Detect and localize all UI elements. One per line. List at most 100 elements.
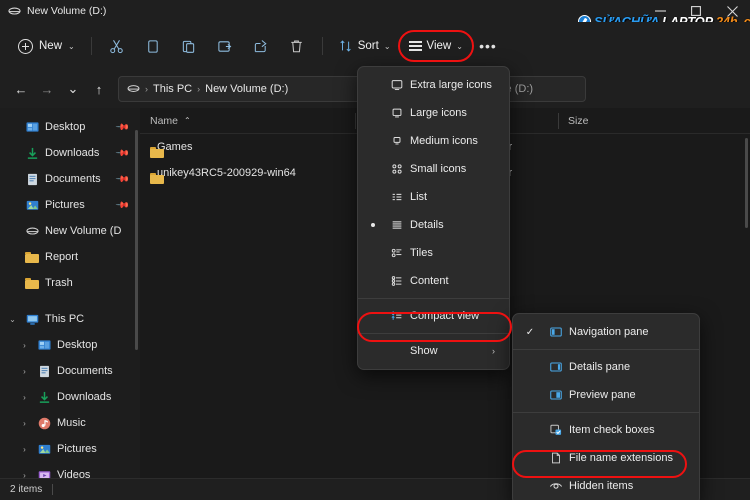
- cut-button[interactable]: [100, 31, 134, 61]
- view-dropdown-menu: Extra large icons Large icons Medium ico…: [357, 66, 510, 370]
- sidebar-item-downloads[interactable]: Downloads 📌: [0, 140, 140, 166]
- sidebar-item-desktop[interactable]: Desktop 📌: [0, 114, 140, 140]
- menu-item-label: Small icons: [410, 163, 467, 175]
- navigation-pane-icon: [543, 325, 569, 339]
- view-button[interactable]: View ⌄: [401, 31, 471, 61]
- menu-item-medium-icons[interactable]: Medium icons: [362, 127, 505, 155]
- chevron-right-icon[interactable]: ›: [18, 367, 31, 376]
- content-icon: [384, 274, 410, 288]
- sidebar-item-this-pc[interactable]: ⌄ This PC: [0, 306, 140, 332]
- menu-item-content[interactable]: Content: [362, 267, 505, 295]
- column-header-name[interactable]: Name ⌃: [140, 108, 355, 134]
- menu-item-list[interactable]: List: [362, 183, 505, 211]
- delete-button[interactable]: [280, 31, 314, 61]
- back-button[interactable]: ←: [8, 76, 34, 102]
- menu-item-label: Hidden items: [569, 480, 634, 492]
- sidebar-label: Downloads: [45, 147, 100, 159]
- menu-item-compact-view[interactable]: Compact view: [362, 302, 505, 330]
- desktop-icon: [24, 121, 40, 134]
- up-button[interactable]: ↑: [86, 76, 112, 102]
- pictures-icon: [24, 199, 40, 212]
- toolbar-divider: [90, 37, 92, 55]
- menu-item-small-icons[interactable]: Small icons: [362, 155, 505, 183]
- sidebar-item-pc-documents[interactable]: › Documents: [0, 358, 140, 384]
- videos-icon: [36, 469, 52, 478]
- menu-item-details[interactable]: Details: [362, 211, 505, 239]
- menu-item-details-pane[interactable]: Details pane: [517, 353, 695, 381]
- large-icons-icon: [384, 106, 410, 120]
- medium-icons-icon: [384, 134, 410, 148]
- menu-item-label: Medium icons: [410, 135, 478, 147]
- sidebar-item-new-volume[interactable]: New Volume (D: [0, 218, 140, 244]
- menu-item-tiles[interactable]: Tiles: [362, 239, 505, 267]
- menu-item-extra-large-icons[interactable]: Extra large icons: [362, 71, 505, 99]
- sort-button[interactable]: Sort ⌄: [331, 31, 399, 61]
- menu-item-show[interactable]: Show ›: [362, 337, 505, 365]
- rename-button[interactable]: [208, 31, 242, 61]
- menu-item-label: Details pane: [569, 361, 631, 373]
- sidebar-label: Desktop: [57, 339, 98, 351]
- chevron-down-icon: ⌄: [68, 41, 75, 51]
- pictures-icon: [36, 443, 52, 456]
- new-button-label: New: [39, 40, 63, 52]
- column-header-size[interactable]: Size: [558, 108, 656, 134]
- view-button-label: View: [426, 40, 452, 52]
- chevron-right-icon[interactable]: ›: [18, 445, 31, 454]
- breadcrumb-this-pc[interactable]: This PC: [153, 83, 192, 95]
- sidebar-item-report[interactable]: Report: [0, 244, 140, 270]
- sidebar-item-pc-videos[interactable]: › Videos: [0, 462, 140, 478]
- forward-button[interactable]: →: [34, 76, 60, 102]
- chevron-right-icon[interactable]: ›: [18, 471, 31, 479]
- paste-button[interactable]: [172, 31, 206, 61]
- new-button[interactable]: New ⌄: [10, 31, 83, 61]
- sidebar-scrollbar[interactable]: [135, 130, 138, 350]
- sidebar-item-pictures[interactable]: Pictures 📌: [0, 192, 140, 218]
- menu-item-item-check-boxes[interactable]: Item check boxes: [517, 416, 695, 444]
- sidebar-item-trash[interactable]: Trash: [0, 270, 140, 296]
- details-icon: [384, 218, 410, 232]
- address-bar[interactable]: › This PC › New Volume (D:): [118, 76, 380, 102]
- menu-item-large-icons[interactable]: Large icons: [362, 99, 505, 127]
- trash-icon: [289, 39, 304, 54]
- chevron-down-icon[interactable]: ⌄: [6, 315, 19, 324]
- sidebar-item-pc-music[interactable]: › Music: [0, 410, 140, 436]
- menu-item-label: Show: [410, 345, 438, 357]
- folder-icon: [24, 277, 40, 289]
- share-button[interactable]: [244, 31, 278, 61]
- sidebar-label: Downloads: [57, 391, 112, 403]
- drive-icon: [127, 84, 140, 94]
- sidebar-label: Videos: [57, 469, 91, 478]
- menu-item-label: Compact view: [410, 310, 480, 322]
- breadcrumb-new-volume[interactable]: New Volume (D:): [205, 83, 288, 95]
- menu-item-file-name-extensions[interactable]: File name extensions: [517, 444, 695, 472]
- list-icon: [384, 190, 410, 204]
- share-icon: [253, 39, 268, 54]
- file-list-scrollbar[interactable]: [745, 138, 748, 228]
- copy-button[interactable]: [136, 31, 170, 61]
- hamburger-icon: [408, 41, 422, 51]
- chevron-right-icon[interactable]: ›: [18, 341, 31, 350]
- column-label: Name: [150, 114, 179, 127]
- folder-icon: [24, 251, 40, 263]
- explorer-tab[interactable]: New Volume (D:): [8, 0, 106, 22]
- menu-divider: [513, 349, 699, 350]
- pin-icon: 📌: [115, 145, 131, 161]
- chevron-right-icon[interactable]: ›: [18, 393, 31, 402]
- selected-radio-icon: [362, 223, 384, 227]
- desktop-icon: [36, 339, 52, 352]
- recent-locations-button[interactable]: ⌄: [60, 76, 86, 102]
- sidebar-item-pc-desktop[interactable]: › Desktop: [0, 332, 140, 358]
- file-name-cell: Games: [140, 141, 355, 153]
- menu-divider: [358, 298, 509, 299]
- sidebar-item-documents[interactable]: Documents 📌: [0, 166, 140, 192]
- more-options-button[interactable]: •••: [473, 31, 503, 61]
- sidebar-label: Pictures: [45, 199, 85, 211]
- menu-item-preview-pane[interactable]: Preview pane: [517, 381, 695, 409]
- sidebar-item-pc-downloads[interactable]: › Downloads: [0, 384, 140, 410]
- status-divider: [52, 484, 54, 495]
- menu-item-navigation-pane[interactable]: ✓ Navigation pane: [517, 318, 695, 346]
- sidebar-item-pc-pictures[interactable]: › Pictures: [0, 436, 140, 462]
- documents-icon: [24, 173, 40, 186]
- chevron-right-icon[interactable]: ›: [18, 419, 31, 428]
- menu-item-hidden-items[interactable]: Hidden items: [517, 472, 695, 500]
